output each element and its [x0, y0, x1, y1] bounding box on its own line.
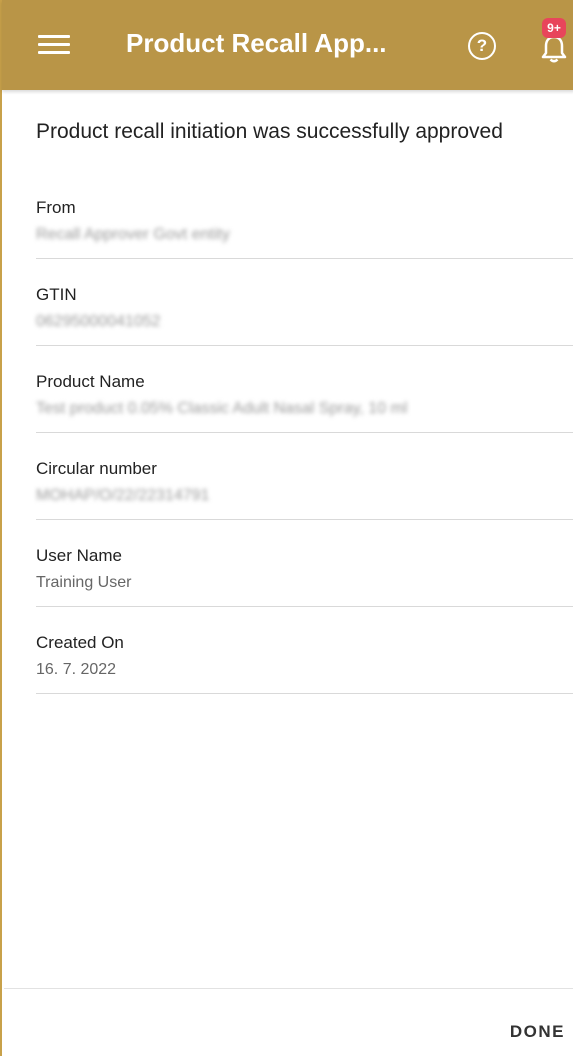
field-label-created-on: Created On: [36, 633, 124, 652]
status-heading: Product recall initiation was successful…: [36, 120, 503, 143]
detail-content: Product recall initiation was successful…: [36, 90, 573, 694]
field-product-name: Product Name Test product 0.05% Classic …: [36, 372, 573, 433]
field-value-from: Recall Approver Govt entity: [36, 226, 230, 243]
field-value-gtin: 06295000041052: [36, 313, 161, 330]
field-label-from: From: [36, 198, 76, 217]
field-value-circular-number: MOHAP/O/22/22314791: [36, 487, 210, 504]
field-value-created-on: 16. 7. 2022: [36, 661, 117, 678]
field-gtin: GTIN 06295000041052: [36, 285, 573, 346]
bell-icon: [541, 35, 567, 63]
field-value-product-name: Test product 0.05% Classic Adult Nasal S…: [36, 400, 408, 417]
help-icon[interactable]: ?: [468, 32, 496, 60]
field-label-gtin: GTIN: [36, 285, 77, 304]
notifications-button[interactable]: 9+: [534, 18, 573, 70]
field-created-on: Created On 16. 7. 2022: [36, 633, 573, 694]
field-user-name: User Name Training User: [36, 546, 573, 607]
field-label-user-name: User Name: [36, 546, 122, 565]
field-label-circular-number: Circular number: [36, 459, 157, 478]
field-value-user-name: Training User: [36, 574, 132, 591]
field-label-product-name: Product Name: [36, 372, 145, 391]
app-frame: Product Recall App... ? 9+ Product recal…: [0, 0, 573, 1056]
done-button[interactable]: DONE: [510, 1022, 565, 1042]
menu-icon[interactable]: [38, 33, 70, 55]
field-from: From Recall Approver Govt entity: [36, 198, 573, 259]
top-app-bar: Product Recall App... ? 9+: [2, 0, 573, 90]
page-title: Product Recall App...: [126, 28, 387, 58]
footer-divider: [4, 988, 573, 989]
notification-count-badge: 9+: [542, 18, 566, 38]
field-circular-number: Circular number MOHAP/O/22/22314791: [36, 459, 573, 520]
